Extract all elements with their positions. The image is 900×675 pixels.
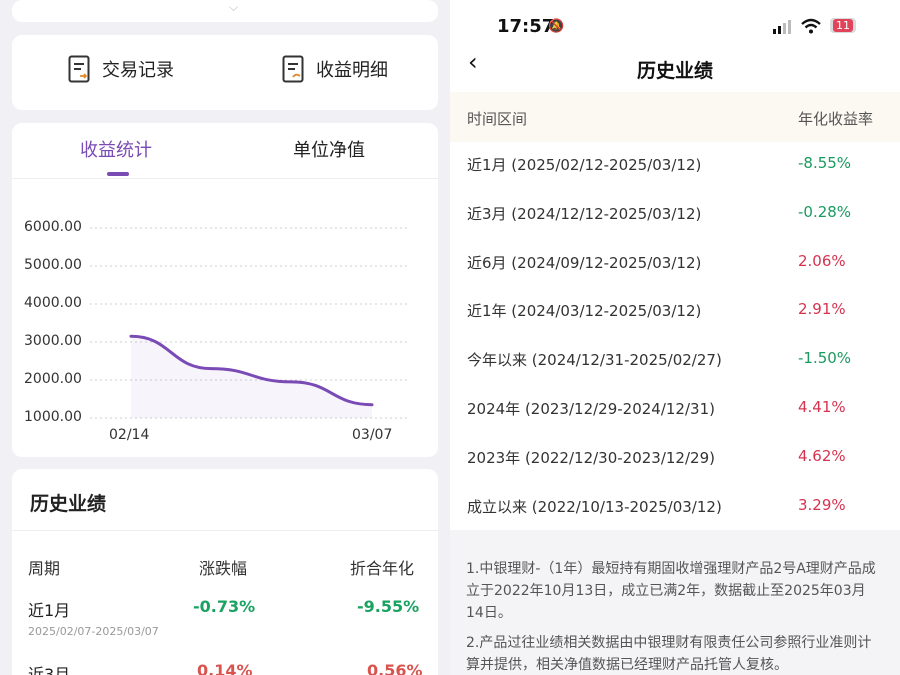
table-row-period: 2023年 (2022/12/30-2023/12/29) — [467, 448, 715, 467]
col-period: 周期 — [28, 559, 61, 578]
note-1: 1.中银理财-（1年）最短持有期固收增强理财产品2号A理财产品成立于2022年1… — [466, 561, 876, 621]
table-row-period: 近6月 (2024/09/12-2025/03/12) — [467, 253, 702, 272]
left-screen: ⌵ 交易记录 收益明细 收益统计 单位净值 6000.00 5000.00 40… — [0, 0, 450, 675]
history-row-change: 0.14% — [197, 661, 253, 675]
col-annualized: 折合年化 — [350, 559, 415, 578]
table-row-period: 近3月 (2024/12/12-2025/03/12) — [467, 204, 702, 223]
bell-muted-icon: 🔕 — [548, 19, 565, 34]
col-annual-rate: 年化收益率 — [798, 110, 874, 128]
disclaimer-notes: 1.中银理财-（1年）最短持有期固收增强理财产品2号A理财产品成立于2022年1… — [450, 530, 900, 675]
signal-icon — [773, 20, 791, 34]
table-row-period: 近1年 (2024/03/12-2025/03/12) — [467, 302, 702, 321]
table-row-rate: 4.41% — [798, 398, 846, 416]
history-row-range: 2025/02/07-2025/03/07 — [28, 625, 159, 638]
income-line-chart — [90, 227, 410, 419]
table-row-period: 成立以来 (2022/10/13-2025/03/12) — [467, 497, 722, 516]
table-header: 时间区间 年化收益率 — [450, 92, 900, 142]
note-2: 2.产品过往业绩相关数据由中银理财有限责任公司参照行业准则计算并提供，相关净值数… — [466, 635, 872, 673]
divider — [12, 530, 438, 531]
table-row-period: 2024年 (2023/12/29-2024/12/31) — [467, 400, 715, 418]
col-time-range: 时间区间 — [467, 110, 528, 128]
history-title: 历史业绩 — [30, 493, 107, 515]
table-row-rate: -0.28% — [798, 202, 852, 221]
table-row-rate: 2.91% — [798, 300, 846, 319]
x-tick-label: 02/14 — [109, 427, 150, 443]
col-change: 涨跌幅 — [199, 559, 248, 578]
history-row-change: -0.73% — [193, 597, 256, 616]
wifi-icon — [801, 18, 821, 34]
table-row-rate: -8.55% — [798, 154, 852, 172]
history-row-period: 近3月 — [28, 665, 71, 675]
right-screen: 17:57 🔕 11 ‹ 历史业绩 时间区间 年化收益率 近1月 (2025/0… — [450, 0, 900, 675]
battery-level: 11 — [833, 19, 853, 32]
table-row-rate: 2.06% — [798, 251, 846, 270]
table-row-rate: -1.50% — [798, 349, 852, 368]
history-row-annualized: -9.55% — [357, 597, 420, 616]
table-row-rate: 3.29% — [798, 495, 846, 514]
history-row-period: 近1月 — [28, 601, 71, 620]
battery-icon: 11 — [830, 18, 856, 33]
table-row-period: 近1月 (2025/02/12-2025/03/12) — [467, 156, 702, 174]
table-row-rate: 4.62% — [798, 446, 846, 465]
table-row-period: 今年以来 (2024/12/31-2025/02/27) — [467, 351, 722, 370]
x-tick-label: 03/07 — [352, 427, 393, 443]
status-time: 17:57 — [497, 16, 555, 37]
history-row-annualized: 0.56% — [367, 661, 423, 675]
page-title: 历史业绩 — [636, 60, 713, 82]
